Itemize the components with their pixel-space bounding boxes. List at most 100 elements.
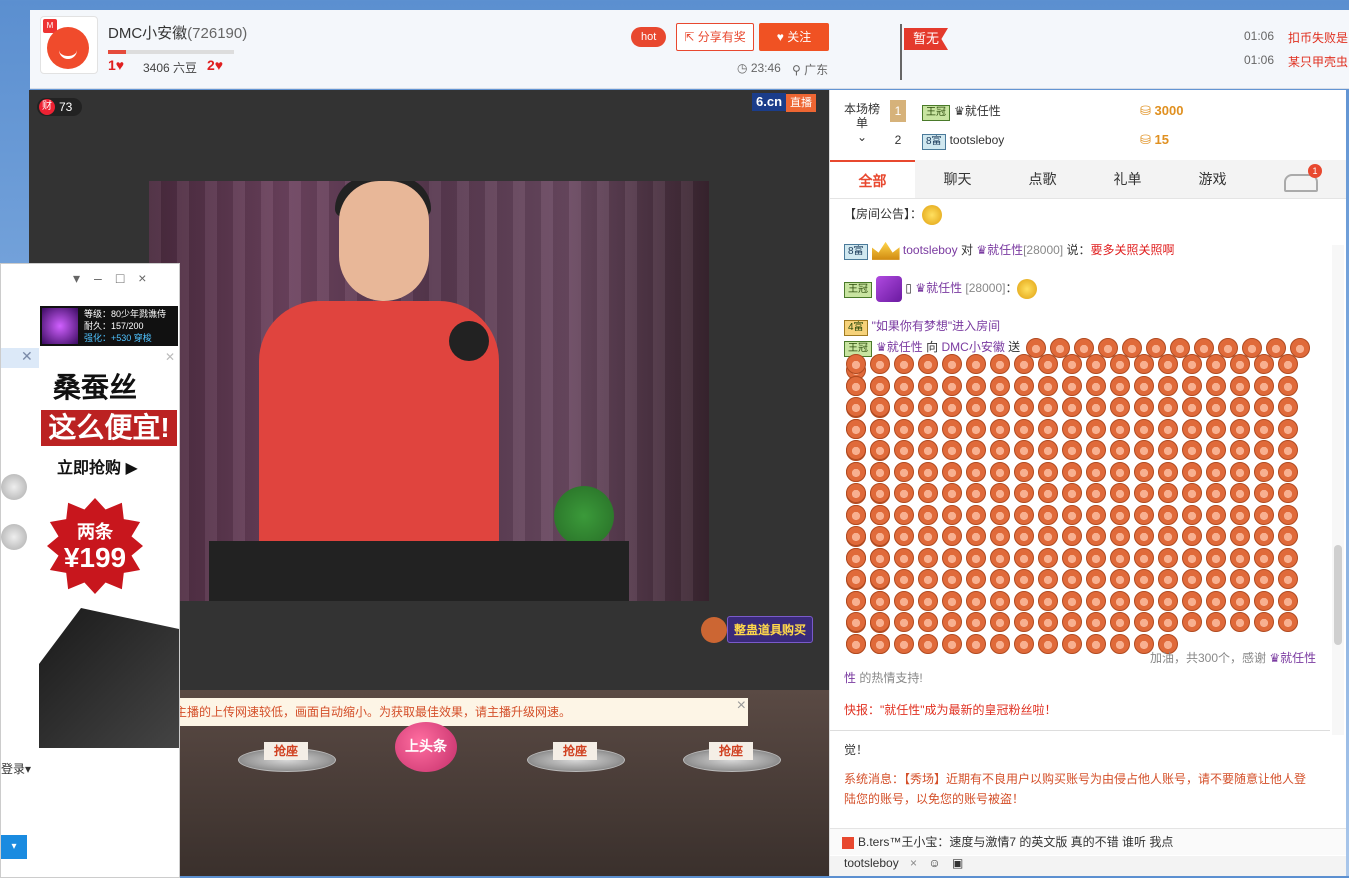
bear-gift-icon: [1038, 375, 1058, 396]
bear-gift-icon: [1014, 483, 1034, 503]
bear-gift-icon: [1086, 590, 1106, 611]
popup-bar: [1, 348, 39, 368]
bear-gift-icon: [1062, 397, 1082, 417]
bear-gift-icon: [1278, 547, 1298, 568]
bear-gift-icon: [1110, 461, 1130, 482]
close-icon[interactable]: ✕: [165, 350, 175, 364]
bear-gift-icon: [1206, 590, 1226, 611]
bear-gift-icon: [846, 612, 866, 632]
bear-gift-icon: [870, 483, 890, 503]
close-icon[interactable]: ×: [910, 856, 917, 870]
bear-gift-icon: [1230, 504, 1250, 525]
bear-gift-icon: [1038, 354, 1058, 374]
bear-gift-icon: [1014, 354, 1034, 374]
avatar[interactable]: [1, 524, 27, 550]
tab-chat[interactable]: 聊天: [915, 160, 1000, 198]
bear-gift-icon: [846, 440, 866, 460]
tab-games[interactable]: 游戏: [1170, 160, 1255, 198]
bear-gift-icon: [1062, 461, 1082, 482]
close-icon[interactable]: ✕: [21, 348, 33, 365]
bear-gift-icon: [894, 461, 914, 482]
ad-banner[interactable]: ✕ 桑蚕丝 这么便宜! 立即抢购 ▶ 两条 ¥199 广告: [39, 348, 179, 768]
close-icon[interactable]: ×: [737, 692, 746, 720]
bear-gift-icon: [990, 375, 1010, 396]
bear-gift-icon: [1014, 397, 1034, 417]
bear-gift-icon: [1182, 397, 1202, 417]
bear-gift-icon: [1182, 354, 1202, 374]
scrollbar-thumb[interactable]: [1334, 545, 1342, 645]
window-controls[interactable]: ▾–□×: [73, 270, 160, 287]
bear-gift-icon: [1206, 461, 1226, 482]
heart-icon: ♥: [214, 57, 224, 73]
bear-gift-icon: [1134, 483, 1154, 503]
bear-gift-icon: [1134, 590, 1154, 611]
anchor-name[interactable]: DMC小安徽(726190): [108, 22, 247, 43]
tab-song-request[interactable]: 点歌: [1000, 160, 1085, 198]
rank-row[interactable]: 1 王冠 ♛就任性 ⛁ 3000: [890, 100, 1330, 122]
rank-toggle[interactable]: 本场榜单 ⌄: [842, 102, 882, 144]
log-time: 01:06: [1244, 29, 1275, 43]
site-logo: 6.cn 直播: [752, 93, 817, 112]
bear-gift-icon: [966, 504, 986, 525]
bear-gift-icon: [1158, 354, 1178, 374]
bear-gift-icon: [894, 612, 914, 632]
bear-gift-icon: [966, 397, 986, 417]
login-label[interactable]: 登录▾: [1, 760, 31, 777]
tab-gift-list[interactable]: 礼单: [1085, 160, 1170, 198]
game-banner[interactable]: 等级：80少年戮谯侍 耐久：157/200 强化：+530 穿梭: [40, 306, 178, 346]
prop-shop-button[interactable]: 整蛊道具购买: [701, 616, 814, 643]
bear-gift-icon: [894, 354, 914, 374]
rank-row[interactable]: 2 8富 tootsleboy ⛁ 15: [890, 129, 1330, 151]
bear-gift-icon: [1182, 504, 1202, 525]
bear-gift-icon: [1158, 397, 1178, 417]
bear-gift-icon: [846, 418, 866, 439]
avatar[interactable]: [1, 474, 27, 500]
bear-gift-icon: [1134, 375, 1154, 396]
bear-gift-icon: [1014, 547, 1034, 568]
live-video[interactable]: [149, 181, 709, 601]
bear-gift-icon: [870, 612, 890, 632]
crown-icon: ♛: [976, 243, 988, 257]
bear-gift-icon: [1182, 375, 1202, 396]
bear-gift-icon: [870, 569, 890, 589]
image-icon[interactable]: ▣: [952, 856, 963, 870]
bear-gift-icon: [918, 397, 938, 417]
bear-gift-icon: [1014, 590, 1034, 611]
chat-scrollbar[interactable]: [1332, 245, 1344, 735]
bear-gift-icon: [846, 569, 866, 589]
bear-gift-icon: [1086, 418, 1106, 439]
bear-gift-icon: [1062, 569, 1082, 589]
bear-gift-icon: [1014, 418, 1034, 439]
grab-seat-button[interactable]: 抢座: [238, 730, 336, 774]
bear-gift-icon: [942, 569, 962, 589]
grab-seat-button[interactable]: 抢座: [683, 730, 781, 774]
chat-target-user[interactable]: tootsleboy: [844, 856, 899, 870]
share-button[interactable]: ⇱ 分享有奖: [676, 23, 754, 51]
chat-message: 王冠 ▯ ♛就任性 [28000]：: [844, 276, 1320, 302]
bear-gift-icon: [942, 440, 962, 460]
bear-gift-icon: [894, 440, 914, 460]
anchor-avatar[interactable]: M: [40, 16, 98, 74]
clock-icon: ◷: [737, 61, 751, 75]
bear-gift-icon: [1182, 440, 1202, 460]
bear-gift-icon: [1062, 526, 1082, 546]
bear-gift-icon: [966, 590, 986, 611]
bear-gift-icon: [1086, 526, 1106, 546]
bear-gift-icon: [1278, 440, 1298, 460]
bear-gift-icon: [1110, 569, 1130, 589]
bear-gift-icon: [942, 526, 962, 546]
flag-label[interactable]: 暂无: [904, 28, 948, 50]
tab-all[interactable]: 全部: [830, 160, 915, 198]
grab-seat-button[interactable]: 抢座: [527, 730, 625, 774]
dropdown-button[interactable]: ▾: [1, 835, 27, 859]
headline-button[interactable]: 上头条: [391, 722, 461, 776]
bear-gift-icon: [1182, 590, 1202, 611]
bear-gift-icon: [1134, 418, 1154, 439]
follow-button[interactable]: ♥ 关注: [759, 23, 829, 51]
system-chat: 觉！ 系统消息：【秀场】近期有不良用户以购买账号为由侵占他人账号，请不要随意让他…: [830, 730, 1330, 831]
bear-gift-icon: [1206, 612, 1226, 632]
emoji-icon[interactable]: ☺: [928, 856, 940, 870]
heart-icon: ♥: [776, 30, 788, 44]
bear-gift-icon: [1086, 375, 1106, 396]
bear-gift-icon: [1014, 504, 1034, 525]
